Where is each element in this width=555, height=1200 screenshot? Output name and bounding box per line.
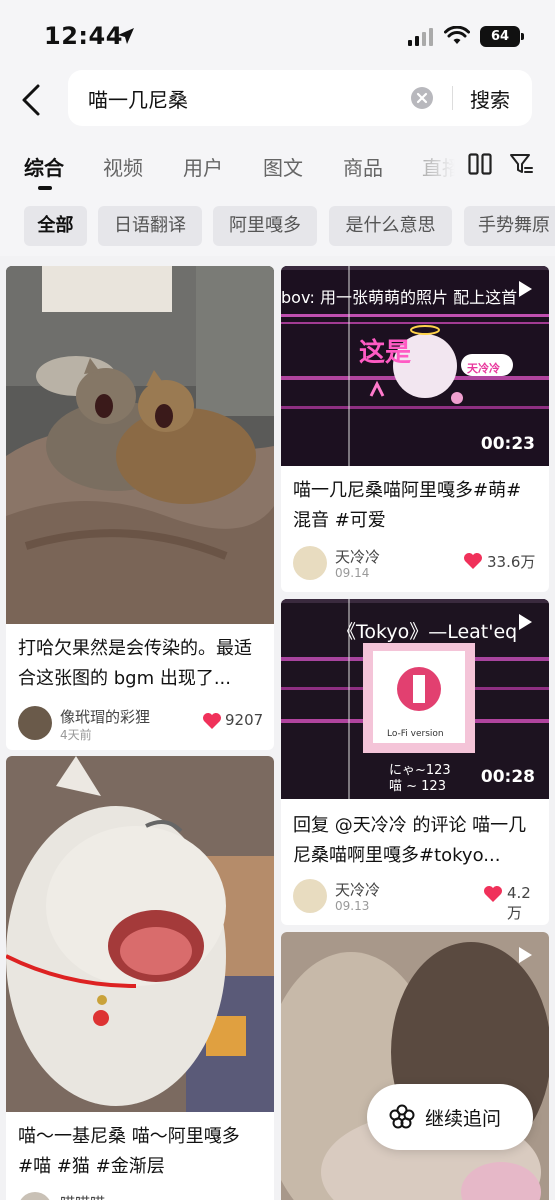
tab-users[interactable]: 用户 <box>183 152 223 181</box>
video-overlay-lyric: 喵 ~ 123 <box>389 779 446 794</box>
post-date: 09.14 <box>335 566 370 580</box>
cat-photo-illustration <box>6 266 274 624</box>
video-overlay-album: Lo-Fi version <box>387 729 444 739</box>
card-meta: 喵喵喵 <box>18 1192 266 1200</box>
author-name: 天冷冷 <box>335 548 381 566</box>
heart-icon[interactable] <box>483 885 503 903</box>
flower-sparkle-icon <box>389 1104 415 1129</box>
video-thumbnail <box>281 932 549 1200</box>
feed-card[interactable]: 打哈欠果然是会传染的。最适合这张图的 bgm 出现了... 像玳瑁的彩狸 4天前… <box>6 266 274 750</box>
card-meta: 像玳瑁的彩狸 4天前 9207 <box>18 706 266 746</box>
tab-products[interactable]: 商品 <box>343 152 383 181</box>
tab-video[interactable]: 视频 <box>103 152 143 181</box>
chip-meaning[interactable]: 是什么意思 <box>329 206 452 246</box>
avatar <box>18 1192 52 1200</box>
chip-japanese-translation[interactable]: 日语翻译 <box>98 206 202 246</box>
card-title: 回复 @天冷冷 的评论 喵一几尼桑喵啊里嘎多#tokyo... <box>293 815 527 866</box>
chip-all[interactable]: 全部 <box>24 206 87 246</box>
author-name: 喵喵喵 <box>60 1192 105 1200</box>
cat-yawning-photo <box>6 266 274 624</box>
back-arrow-icon[interactable] <box>14 80 50 120</box>
feed-card[interactable]: 《Tokyo》—Leat'eq Lo-Fi version にゃ~123 喵 ~… <box>281 599 549 925</box>
search-header: 喵一几尼桑 搜索 <box>0 70 555 130</box>
tab-bar: 综合 视频 用户 图文 商品 直播 <box>0 130 555 194</box>
feed-card[interactable] <box>281 932 549 1200</box>
continue-asking-label: 继续追问 <box>425 1108 502 1130</box>
location-arrow-icon <box>118 28 134 44</box>
white-cat-illustration <box>6 756 274 1112</box>
white-cat-photo <box>6 756 274 1112</box>
like-count: 4.2万 <box>507 884 531 922</box>
avatar <box>293 879 327 913</box>
clear-icon[interactable] <box>411 87 433 109</box>
heart-icon[interactable] <box>463 552 483 570</box>
feed-card[interactable]: bov: 用一张萌萌的照片 配上这首 这是 天冷冷 00:23 喵一几尼桑喵阿里… <box>281 266 549 592</box>
tab-image-text[interactable]: 图文 <box>263 152 303 181</box>
author-name: 像玳瑁的彩狸 <box>60 708 151 726</box>
card-title: 喵～一基尼桑 喵～阿里嘎多 #喵 #猫 #金渐层 <box>18 1126 240 1177</box>
feed-card[interactable]: 喵～一基尼桑 喵～阿里嘎多 #喵 #猫 #金渐层 喵喵喵 <box>6 756 274 1200</box>
card-meta: 天冷冷 09.14 33.6万 <box>293 546 541 586</box>
post-date: 4天前 <box>60 728 92 742</box>
play-icon <box>519 614 532 630</box>
screen: 12:44 64 喵一几尼桑 搜索 综合 视频 用户 图文 商品 全部 日语翻译… <box>0 0 555 1200</box>
active-tab-indicator <box>38 186 52 190</box>
search-button[interactable]: 搜索 <box>470 84 510 113</box>
layout-toggle-icon[interactable] <box>468 153 492 175</box>
chip-arigato[interactable]: 阿里嘎多 <box>213 206 317 246</box>
play-icon <box>519 281 532 297</box>
tab-comprehensive[interactable]: 综合 <box>24 152 64 181</box>
video-overlay-caption: 这是 <box>359 338 412 368</box>
play-icon <box>519 947 532 963</box>
avatar <box>293 546 327 580</box>
continue-asking-button[interactable]: 继续追问 <box>367 1084 533 1150</box>
video-duration: 00:28 <box>480 767 535 787</box>
status-time: 12:44 <box>44 22 123 50</box>
video-overlay-badge: 天冷冷 <box>467 362 500 375</box>
search-divider <box>452 86 453 110</box>
cellular-signal-icon <box>408 28 433 46</box>
suggestion-chips: 全部 日语翻译 阿里嘎多 是什么意思 手势舞原 <box>0 194 555 256</box>
heart-icon[interactable] <box>202 712 222 730</box>
tab-fade <box>420 148 470 180</box>
chip-gesture-dance[interactable]: 手势舞原 <box>464 206 555 246</box>
card-title: 打哈欠果然是会传染的。最适合这张图的 bgm 出现了... <box>18 638 252 689</box>
wifi-icon <box>444 26 470 44</box>
status-bar: 12:44 64 <box>0 0 555 70</box>
search-query: 喵一几尼桑 <box>88 88 188 112</box>
card-title: 喵一几尼桑喵阿里嘎多#萌#混音 #可爱 <box>293 480 522 531</box>
post-date: 09.13 <box>335 899 370 913</box>
video-thumbnail: 《Tokyo》—Leat'eq Lo-Fi version にゃ~123 喵 ~… <box>281 599 549 799</box>
blurry-video-frame <box>281 932 549 1200</box>
card-meta: 天冷冷 09.13 4.2万 <box>293 879 541 922</box>
like-count: 33.6万 <box>487 553 536 571</box>
avatar <box>18 706 52 740</box>
video-duration: 00:23 <box>480 434 535 454</box>
video-thumbnail: bov: 用一张萌萌的照片 配上这首 这是 天冷冷 00:23 <box>281 266 549 466</box>
video-overlay-text: bov: 用一张萌萌的照片 配上这首 <box>281 288 518 307</box>
battery-indicator: 64 <box>480 26 524 47</box>
search-input[interactable]: 喵一几尼桑 搜索 <box>68 70 532 126</box>
filter-icon[interactable] <box>509 152 533 176</box>
author-name: 天冷冷 <box>335 881 381 899</box>
like-count: 9207 <box>225 711 264 729</box>
